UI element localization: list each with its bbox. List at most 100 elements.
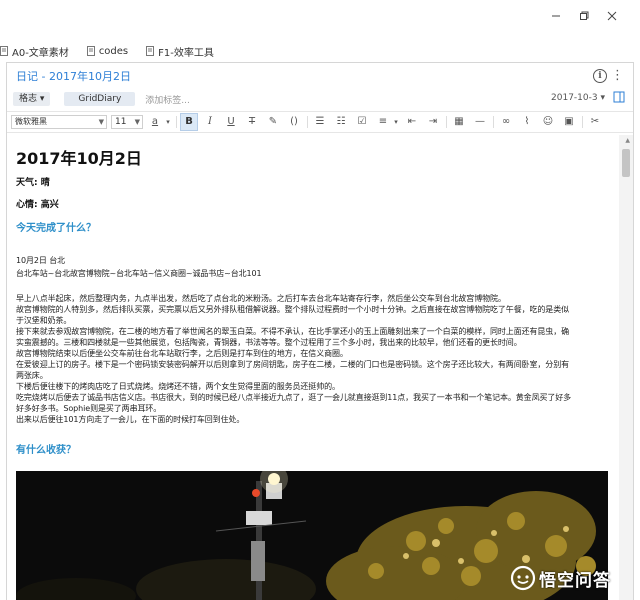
text-color-icon: a bbox=[151, 116, 159, 127]
format-toolbar: 微软雅黑 ▼ 11 ▼ a ▾ B I U T ✎ () ☰ ☷ ☑ ≡ ▾ ⇤ ⇥… bbox=[7, 111, 633, 133]
checkbox-icon: ☑ bbox=[357, 116, 367, 127]
paragraph-line: 故宫博物院的人特别多，然后排队买票，买完票以后又另外排队租借解说器。整个排队过程… bbox=[16, 305, 569, 314]
route-line: 台北车站~台北故宫博物院~台北车站~信义商圈~诚品书店~台北101 bbox=[16, 269, 262, 278]
editor-frame: 日记 - 2017年10月2日 i ⋮ 格志 ▾ GridDiary 添加标签.… bbox=[6, 62, 634, 600]
watermark-logo-icon bbox=[510, 565, 536, 591]
italic-button[interactable]: I bbox=[201, 113, 219, 131]
outdent-button[interactable]: ⇤ bbox=[403, 113, 421, 131]
scissors-icon: ✂ bbox=[590, 116, 600, 127]
info-icon[interactable]: i bbox=[593, 69, 607, 83]
vertical-scrollbar[interactable] bbox=[619, 135, 633, 600]
numbered-list-icon: ☷ bbox=[336, 116, 346, 127]
strikethrough-icon: T bbox=[248, 116, 256, 127]
bold-button[interactable]: B bbox=[180, 113, 198, 131]
horizontal-rule-icon: — bbox=[475, 116, 485, 127]
image-button[interactable]: ▣ bbox=[560, 113, 578, 131]
tag-input[interactable]: 添加标签... bbox=[145, 93, 190, 106]
bookmark-item[interactable]: A0-文章素材 bbox=[0, 44, 69, 59]
minimize-icon bbox=[552, 15, 560, 17]
close-button[interactable] bbox=[604, 10, 620, 26]
category-label: 格志 bbox=[19, 94, 38, 104]
paragraph-line: 接下来就去参观故宫博物院，在二楼的地方看了举世闻名的翠玉白菜。不得不承认，在比手… bbox=[16, 327, 569, 336]
code-icon: () bbox=[290, 116, 298, 127]
image-icon: ▣ bbox=[564, 116, 574, 127]
paragraph-line: 下楼后便往楼下的烤肉店吃了日式烧烤。烧烤还不错，两个女生觉得里面的服务员还挺帅的… bbox=[16, 382, 340, 391]
paragraph-line: 早上八点半起床，然后整理内务，九点半出发，然后吃了点台北的米粉汤。之后打车去台北… bbox=[16, 294, 506, 303]
align-button[interactable]: ≡ bbox=[374, 113, 392, 131]
paragraph-line: 两张床。 bbox=[16, 371, 48, 380]
bookmark-icon bbox=[86, 46, 95, 56]
heading-gain: 有什么收获？ bbox=[16, 445, 76, 456]
table-button[interactable]: ▦ bbox=[450, 113, 468, 131]
checklist-button[interactable]: ☑ bbox=[353, 113, 371, 131]
underline-button[interactable]: U bbox=[222, 113, 240, 131]
toolbar-divider bbox=[307, 116, 308, 128]
paragraph-line: 实蛮震撼的。三楼和四楼就是一些其他展览，包括陶瓷，青铜器，书法等等。整个过程用了… bbox=[16, 338, 522, 347]
close-icon bbox=[607, 11, 617, 21]
heading-done: 今天完成了什么？ bbox=[16, 223, 96, 234]
panel-toggle-button[interactable] bbox=[613, 91, 627, 105]
date-selector[interactable]: 2017-10-3 ▾ bbox=[551, 93, 605, 103]
text-color-button[interactable]: a bbox=[146, 113, 164, 131]
more-icon[interactable]: ⋮ bbox=[611, 68, 624, 83]
paragraph-line: 故宫博物院结束以后便坐公交车前往台北车站取行李，之后则是打车到住的地方，在信义商… bbox=[16, 349, 348, 358]
chevron-down-icon: ▼ bbox=[134, 118, 140, 126]
underline-icon: U bbox=[227, 116, 235, 127]
clear-format-button[interactable]: ✂ bbox=[586, 113, 604, 131]
emoji-icon: ☺ bbox=[542, 116, 554, 127]
maximize-button[interactable] bbox=[576, 10, 592, 26]
bookmark-icon bbox=[146, 46, 155, 56]
bookmark-item[interactable]: F1-效率工具 bbox=[146, 44, 214, 59]
bookmark-label: A0-文章素材 bbox=[12, 47, 69, 59]
paragraph-line: 好多好多书。Sophie则是买了两串耳环。 bbox=[16, 404, 162, 413]
tag-bar: 格志 ▾ GridDiary 添加标签... 2017-10-3 ▾ bbox=[7, 89, 633, 109]
emoji-button[interactable]: ☺ bbox=[539, 113, 557, 131]
link-icon: ∞ bbox=[501, 116, 511, 127]
bookmark-bar: A0-文章素材 codes F1-效率工具 bbox=[0, 40, 640, 62]
panel-icon bbox=[613, 91, 625, 103]
date-value: 2017-10-3 bbox=[551, 93, 598, 103]
font-size-select[interactable]: 11 ▼ bbox=[111, 115, 143, 129]
inline-code-button[interactable]: () bbox=[285, 113, 303, 131]
toolbar-divider bbox=[582, 116, 583, 128]
document-title[interactable]: 日记 - 2017年10月2日 bbox=[16, 68, 131, 84]
bold-icon: B bbox=[185, 116, 193, 127]
highlighter-icon: ✎ bbox=[268, 116, 278, 127]
bullet-list-icon: ☰ bbox=[315, 116, 325, 127]
font-family-select[interactable]: 微软雅黑 ▼ bbox=[11, 115, 107, 129]
highlight-button[interactable]: ✎ bbox=[264, 113, 282, 131]
category-dropdown[interactable]: 格志 ▾ bbox=[13, 92, 51, 106]
scrollbar-thumb[interactable] bbox=[622, 149, 630, 177]
text-color-dropdown[interactable]: ▾ bbox=[164, 113, 172, 131]
font-family-value: 微软雅黑 bbox=[15, 117, 47, 126]
indent-icon: ⇥ bbox=[428, 116, 438, 127]
template-chip[interactable]: GridDiary bbox=[64, 92, 136, 106]
align-dropdown[interactable]: ▾ bbox=[392, 113, 400, 131]
strikethrough-button[interactable]: T bbox=[243, 113, 261, 131]
scroll-up-icon[interactable]: ▲ bbox=[625, 137, 630, 144]
chevron-down-icon: ▼ bbox=[98, 118, 104, 126]
paragraph-line: 出来以后便往101方向走了一会儿，在下面的时候打车回到住处。 bbox=[16, 415, 245, 424]
paperclip-icon: ⌇ bbox=[524, 116, 530, 127]
document-header: 日记 - 2017年10月2日 i ⋮ bbox=[7, 63, 633, 89]
paragraph-line: 在爱彼迎上订的房子。楼下是一个密码锁安装密码解开以后则拿到了房间钥匙，房子在二楼… bbox=[16, 360, 569, 369]
font-size-value: 11 bbox=[115, 117, 127, 127]
table-icon: ▦ bbox=[454, 116, 464, 127]
horizontal-rule-button[interactable]: — bbox=[471, 113, 489, 131]
numbered-list-button[interactable]: ☷ bbox=[332, 113, 350, 131]
weather-line: 天气: 晴 bbox=[16, 178, 50, 188]
note-title: 2017年10月2日 bbox=[16, 149, 142, 168]
bullet-list-button[interactable]: ☰ bbox=[311, 113, 329, 131]
toolbar-divider bbox=[493, 116, 494, 128]
bookmark-item[interactable]: codes bbox=[86, 46, 128, 57]
watermark: 悟空问答 bbox=[510, 562, 638, 594]
chevron-down-icon: ▾ bbox=[166, 118, 170, 126]
attachment-button[interactable]: ⌇ bbox=[518, 113, 536, 131]
link-button[interactable]: ∞ bbox=[497, 113, 515, 131]
editor-content[interactable]: 2017年10月2日 天气: 晴 心情: 高兴 今天完成了什么？ 10月2日 台… bbox=[7, 135, 617, 600]
indent-button[interactable]: ⇥ bbox=[424, 113, 442, 131]
minimize-button[interactable] bbox=[548, 10, 564, 26]
align-left-icon: ≡ bbox=[378, 116, 388, 127]
chevron-down-icon: ▾ bbox=[394, 118, 398, 126]
toolbar-divider bbox=[446, 116, 447, 128]
